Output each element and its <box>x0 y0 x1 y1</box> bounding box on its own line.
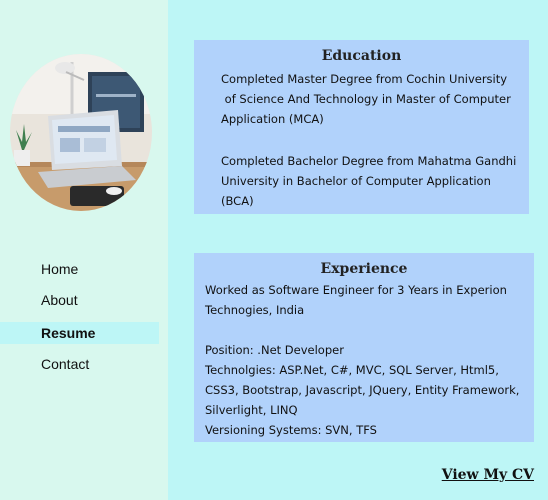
experience-title: Experience <box>320 261 408 277</box>
experience-line: CSS3, Bootstrap, Javascript, JQuery, Ent… <box>205 383 520 397</box>
education-bachelors-line: Completed Bachelor Degree from Mahatma G… <box>221 154 517 168</box>
experience-line: Technolgies: ASP.Net, C#, MVC, SQL Serve… <box>205 363 499 377</box>
education-masters: Completed Master Degree from Cochin Univ… <box>221 69 521 129</box>
view-cv-link[interactable]: View My CV <box>442 467 534 483</box>
education-masters-line: Application (MCA) <box>221 112 324 126</box>
education-bachelors: Completed Bachelor Degree from Mahatma G… <box>221 151 521 211</box>
education-bachelors-line: (BCA) <box>221 194 254 208</box>
education-masters-line: of Science And Technology in Master of C… <box>221 92 511 106</box>
experience-line: Technogies, India <box>205 303 305 317</box>
nav-item-resume[interactable]: Resume <box>0 322 159 344</box>
education-title: Education <box>321 48 402 64</box>
education-masters-line: Completed Master Degree from Cochin Univ… <box>221 72 508 86</box>
education-bachelors-line: University in Bachelor of Computer Appli… <box>221 174 491 188</box>
experience-line: Versioning Systems: SVN, TFS <box>205 423 377 437</box>
workspace-photo <box>10 54 152 211</box>
sidebar: Home About Resume Contact <box>0 0 168 500</box>
experience-line: Position: .Net Developer <box>205 343 344 357</box>
education-card: Education Completed Master Degree from C… <box>194 40 529 214</box>
nav-item-contact[interactable]: Contact <box>0 353 89 375</box>
experience-card: Experience Worked as Software Engineer f… <box>194 253 534 442</box>
nav-item-home[interactable]: Home <box>0 258 78 280</box>
nav-item-about[interactable]: About <box>0 289 78 311</box>
avatar <box>10 54 152 211</box>
experience-line: Worked as Software Engineer for 3 Years … <box>205 283 507 297</box>
experience-line: Silverlight, LINQ <box>205 403 298 417</box>
